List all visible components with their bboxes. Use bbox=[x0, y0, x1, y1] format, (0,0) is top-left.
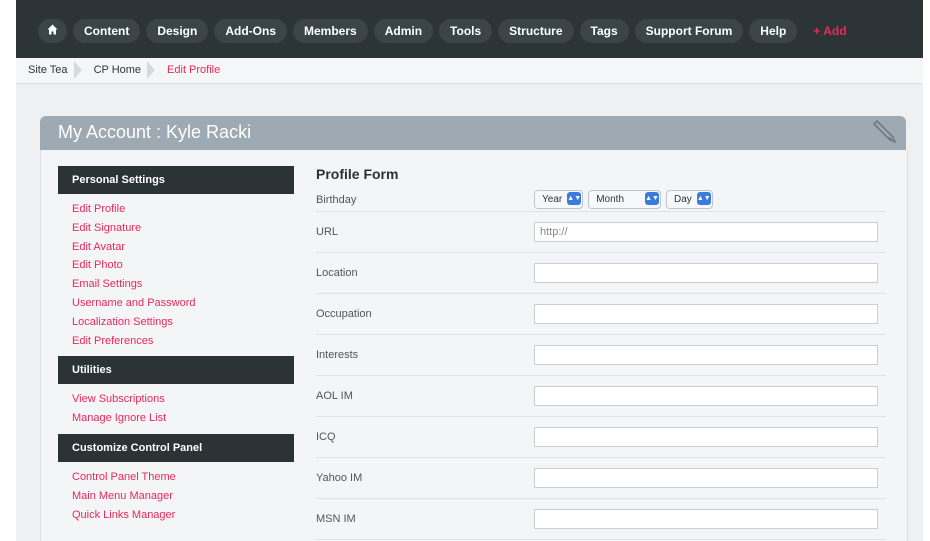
personal-settings-list: Edit Profile Edit Signature Edit Avatar … bbox=[58, 194, 294, 356]
msn-im-input[interactable] bbox=[534, 509, 878, 529]
form-title: Profile Form bbox=[316, 166, 399, 182]
top-navigation: Content Design Add-Ons Members Admin Too… bbox=[16, 0, 923, 58]
link-username-password[interactable]: Username and Password bbox=[72, 294, 294, 313]
interests-input[interactable] bbox=[534, 345, 878, 365]
url-row: URL bbox=[316, 212, 886, 253]
nav-content[interactable]: Content bbox=[73, 19, 141, 43]
icq-label: ICQ bbox=[316, 431, 336, 443]
nav-add-ons[interactable]: Add-Ons bbox=[214, 19, 288, 43]
select-arrows-icon: ▲▼ bbox=[645, 192, 660, 205]
select-arrows-icon: ▲▼ bbox=[696, 192, 711, 205]
pencil-icon bbox=[872, 120, 897, 144]
msn-im-row: MSN IM bbox=[316, 499, 886, 540]
year-select-value: Year bbox=[542, 194, 563, 205]
birthday-row: Birthday Year ▲▼ Month ▲▼ Day ▲▼ bbox=[316, 188, 886, 212]
nav-help[interactable]: Help bbox=[749, 19, 798, 43]
day-select-value: Day bbox=[674, 194, 692, 205]
aol-im-input[interactable] bbox=[534, 386, 878, 406]
yahoo-im-row: Yahoo IM bbox=[316, 458, 886, 499]
section-personal-settings: Personal Settings bbox=[58, 166, 294, 194]
birthday-month-select[interactable]: Month ▲▼ bbox=[588, 190, 662, 209]
nav-add-link[interactable]: + Add bbox=[803, 19, 856, 43]
yahoo-im-input[interactable] bbox=[534, 468, 878, 488]
msn-im-label: MSN IM bbox=[316, 513, 356, 525]
location-row: Location bbox=[316, 253, 886, 294]
breadcrumb: Site Tea CP Home Edit Profile bbox=[16, 58, 923, 84]
birthday-selects: Year ▲▼ Month ▲▼ Day ▲▼ bbox=[534, 190, 713, 209]
link-edit-preferences[interactable]: Edit Preferences bbox=[72, 332, 294, 351]
link-main-menu-manager[interactable]: Main Menu Manager bbox=[72, 487, 294, 506]
occupation-row: Occupation bbox=[316, 294, 886, 335]
link-view-subscriptions[interactable]: View Subscriptions bbox=[72, 390, 294, 409]
icq-input[interactable] bbox=[534, 427, 878, 447]
nav-structure[interactable]: Structure bbox=[498, 19, 574, 43]
panel-header: My Account : Kyle Racki bbox=[40, 116, 906, 150]
main-menu: Content Design Add-Ons Members Admin Too… bbox=[38, 19, 857, 43]
birthday-year-select[interactable]: Year ▲▼ bbox=[534, 190, 584, 209]
breadcrumb-cp-home[interactable]: CP Home bbox=[82, 58, 156, 83]
interests-label: Interests bbox=[316, 349, 359, 361]
account-sidebar: Personal Settings Edit Profile Edit Sign… bbox=[58, 166, 294, 530]
select-arrows-icon: ▲▼ bbox=[567, 192, 582, 205]
link-control-panel-theme[interactable]: Control Panel Theme bbox=[72, 468, 294, 487]
link-quick-links-manager[interactable]: Quick Links Manager bbox=[72, 506, 294, 525]
profile-form: Profile Form Birthday Year ▲▼ Month ▲▼ D… bbox=[316, 166, 886, 540]
icq-row: ICQ bbox=[316, 417, 886, 458]
breadcrumb-site[interactable]: Site Tea bbox=[16, 58, 82, 83]
breadcrumb-current: Edit Profile bbox=[167, 64, 221, 76]
nav-admin[interactable]: Admin bbox=[373, 19, 434, 43]
aol-im-label: AOL IM bbox=[316, 390, 353, 402]
link-localization-settings[interactable]: Localization Settings bbox=[72, 313, 294, 332]
occupation-label: Occupation bbox=[316, 308, 372, 320]
section-utilities: Utilities bbox=[58, 356, 294, 385]
birthday-day-select[interactable]: Day ▲▼ bbox=[666, 190, 713, 209]
occupation-input[interactable] bbox=[534, 304, 878, 324]
yahoo-im-label: Yahoo IM bbox=[316, 472, 363, 484]
nav-support-forum[interactable]: Support Forum bbox=[634, 19, 744, 43]
page-title: My Account : Kyle Racki bbox=[58, 122, 252, 142]
customize-list: Control Panel Theme Main Menu Manager Qu… bbox=[58, 462, 294, 530]
month-select-value: Month bbox=[596, 194, 625, 205]
url-label: URL bbox=[316, 226, 339, 238]
link-edit-avatar[interactable]: Edit Avatar bbox=[72, 238, 294, 257]
aol-im-row: AOL IM bbox=[316, 376, 886, 417]
birthday-label: Birthday bbox=[316, 194, 357, 206]
location-label: Location bbox=[316, 267, 358, 279]
location-input[interactable] bbox=[534, 263, 878, 283]
link-edit-photo[interactable]: Edit Photo bbox=[72, 256, 294, 275]
link-email-settings[interactable]: Email Settings bbox=[72, 275, 294, 294]
utilities-list: View Subscriptions Manage Ignore List bbox=[58, 384, 294, 434]
nav-members[interactable]: Members bbox=[293, 19, 368, 43]
nav-tools[interactable]: Tools bbox=[439, 19, 493, 43]
link-manage-ignore-list[interactable]: Manage Ignore List bbox=[72, 409, 294, 428]
interests-row: Interests bbox=[316, 335, 886, 376]
nav-design[interactable]: Design bbox=[146, 19, 209, 43]
link-edit-profile[interactable]: Edit Profile bbox=[72, 200, 294, 219]
account-panel: Personal Settings Edit Profile Edit Sign… bbox=[40, 150, 908, 541]
control-panel-frame: Content Design Add-Ons Members Admin Too… bbox=[16, 0, 923, 541]
link-edit-signature[interactable]: Edit Signature bbox=[72, 219, 294, 238]
url-input[interactable] bbox=[534, 222, 878, 242]
section-customize-control-panel: Customize Control Panel bbox=[58, 433, 294, 462]
nav-tags[interactable]: Tags bbox=[579, 19, 629, 43]
home-icon[interactable] bbox=[38, 19, 67, 43]
